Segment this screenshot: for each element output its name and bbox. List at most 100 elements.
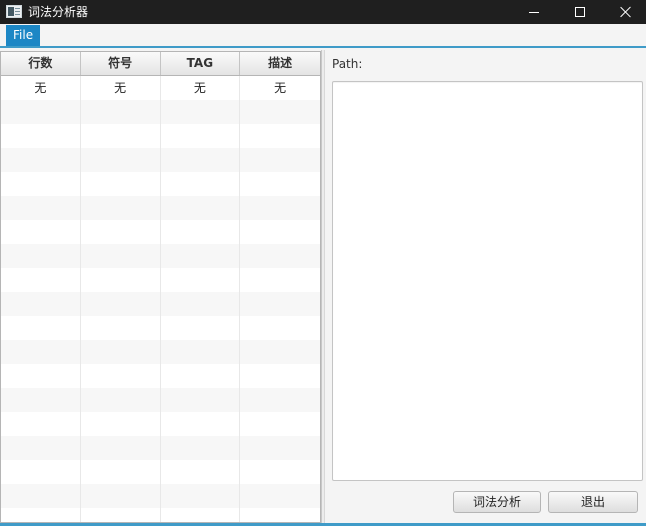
empty-table-row bbox=[1, 196, 320, 220]
table-cell: 无 bbox=[161, 76, 241, 100]
table-cell bbox=[81, 124, 161, 148]
empty-table-row bbox=[1, 244, 320, 268]
table-cell bbox=[161, 460, 241, 484]
table-cell bbox=[1, 124, 81, 148]
table-cell bbox=[81, 292, 161, 316]
table-cell bbox=[240, 292, 320, 316]
table-cell bbox=[161, 292, 241, 316]
path-label: Path: bbox=[332, 57, 363, 71]
table-cell bbox=[1, 412, 81, 436]
empty-table-row bbox=[1, 316, 320, 340]
menu-file[interactable]: File bbox=[6, 25, 41, 46]
table-cell bbox=[1, 244, 81, 268]
empty-table-row bbox=[1, 172, 320, 196]
table-cell bbox=[81, 268, 161, 292]
table-cell: 无 bbox=[1, 76, 81, 100]
empty-table-row bbox=[1, 220, 320, 244]
table-cell bbox=[240, 196, 320, 220]
empty-table-row bbox=[1, 412, 320, 436]
minimize-button[interactable] bbox=[511, 0, 557, 24]
table-cell bbox=[81, 412, 161, 436]
table-cell bbox=[1, 460, 81, 484]
table-cell bbox=[1, 364, 81, 388]
table-cell bbox=[1, 172, 81, 196]
table-cell bbox=[81, 148, 161, 172]
empty-table-row bbox=[1, 364, 320, 388]
empty-table-row bbox=[1, 124, 320, 148]
table-cell bbox=[240, 412, 320, 436]
table-cell bbox=[1, 508, 81, 522]
table-cell bbox=[81, 220, 161, 244]
table-cell bbox=[161, 508, 241, 522]
table-cell bbox=[81, 340, 161, 364]
empty-table-row bbox=[1, 388, 320, 412]
table-cell bbox=[81, 508, 161, 522]
table-cell bbox=[240, 340, 320, 364]
empty-table-row bbox=[1, 340, 320, 364]
table-cell bbox=[161, 172, 241, 196]
empty-table-row bbox=[1, 484, 320, 508]
table-cell bbox=[1, 292, 81, 316]
table-cell bbox=[161, 124, 241, 148]
column-header-description[interactable]: 描述 bbox=[240, 52, 320, 75]
minimize-icon bbox=[529, 11, 539, 13]
table-cell bbox=[1, 484, 81, 508]
table-cell bbox=[240, 268, 320, 292]
table-cell bbox=[161, 220, 241, 244]
empty-table-row bbox=[1, 460, 320, 484]
table-cell bbox=[1, 340, 81, 364]
table-cell bbox=[161, 244, 241, 268]
table-cell bbox=[161, 436, 241, 460]
analyze-button[interactable]: 词法分析 bbox=[453, 491, 541, 513]
table-cell bbox=[1, 316, 81, 340]
empty-table-row bbox=[1, 436, 320, 460]
table-cell bbox=[1, 196, 81, 220]
table-cell bbox=[1, 100, 81, 124]
table-cell bbox=[81, 316, 161, 340]
table-cell bbox=[240, 484, 320, 508]
column-header-tag[interactable]: TAG bbox=[161, 52, 241, 75]
table-cell bbox=[161, 412, 241, 436]
table-cell bbox=[240, 364, 320, 388]
table-cell bbox=[240, 220, 320, 244]
column-header-line[interactable]: 行数 bbox=[1, 52, 81, 75]
table-cell bbox=[81, 172, 161, 196]
table-cell bbox=[240, 172, 320, 196]
column-header-symbol[interactable]: 符号 bbox=[81, 52, 161, 75]
table-cell bbox=[161, 484, 241, 508]
exit-button[interactable]: 退出 bbox=[548, 491, 638, 513]
table-cell bbox=[161, 340, 241, 364]
split-pane-divider[interactable] bbox=[321, 50, 325, 524]
table-cell bbox=[161, 364, 241, 388]
app-icon bbox=[6, 5, 22, 18]
close-button[interactable] bbox=[603, 0, 646, 24]
table-cell bbox=[81, 436, 161, 460]
table-cell bbox=[240, 148, 320, 172]
title-bar: 词法分析器 bbox=[0, 0, 646, 24]
table-cell bbox=[161, 268, 241, 292]
window-title: 词法分析器 bbox=[28, 5, 89, 19]
table-cell bbox=[161, 100, 241, 124]
empty-table-row bbox=[1, 508, 320, 522]
table-body: 无 无 无 无 bbox=[1, 76, 320, 522]
table-cell bbox=[1, 148, 81, 172]
table-cell bbox=[81, 460, 161, 484]
maximize-icon bbox=[575, 7, 585, 17]
table-cell bbox=[240, 316, 320, 340]
table-cell bbox=[81, 364, 161, 388]
table-cell bbox=[161, 316, 241, 340]
table-cell bbox=[240, 244, 320, 268]
close-icon bbox=[620, 6, 632, 18]
token-table[interactable]: 行数 符号 TAG 描述 无 无 无 无 bbox=[0, 51, 321, 523]
table-cell bbox=[1, 268, 81, 292]
empty-table-row bbox=[1, 292, 320, 316]
empty-table-row bbox=[1, 100, 320, 124]
table-cell bbox=[161, 148, 241, 172]
source-text-area[interactable] bbox=[332, 81, 643, 481]
table-header: 行数 符号 TAG 描述 bbox=[1, 52, 320, 76]
table-cell bbox=[1, 220, 81, 244]
maximize-button[interactable] bbox=[557, 0, 603, 24]
table-cell bbox=[81, 100, 161, 124]
table-cell bbox=[240, 388, 320, 412]
table-row[interactable]: 无 无 无 无 bbox=[1, 76, 320, 100]
